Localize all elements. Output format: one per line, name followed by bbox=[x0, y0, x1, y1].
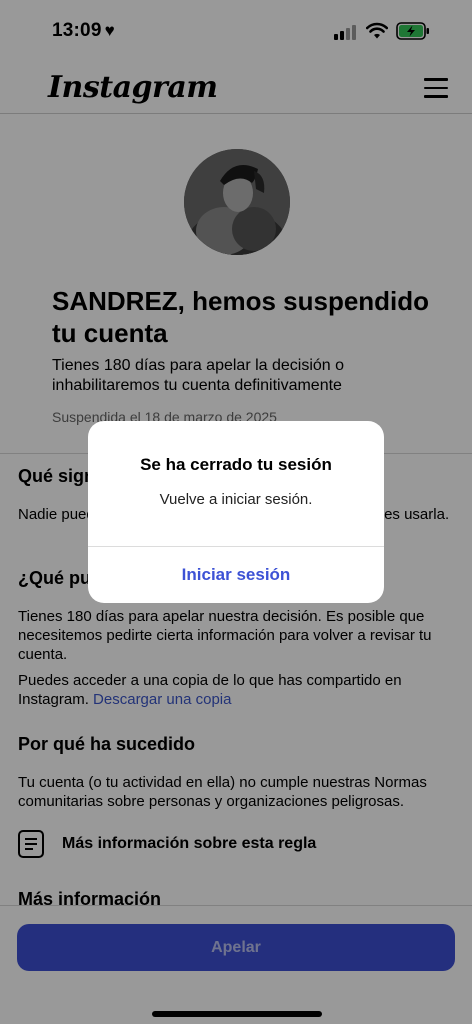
dialog-message: Vuelve a iniciar sesión. bbox=[159, 491, 313, 508]
logged-out-dialog: Se ha cerrado tu sesión Vuelve a iniciar… bbox=[88, 421, 384, 603]
login-button[interactable]: Iniciar sesión bbox=[88, 547, 384, 603]
dialog-title: Se ha cerrado tu sesión bbox=[140, 455, 332, 474]
